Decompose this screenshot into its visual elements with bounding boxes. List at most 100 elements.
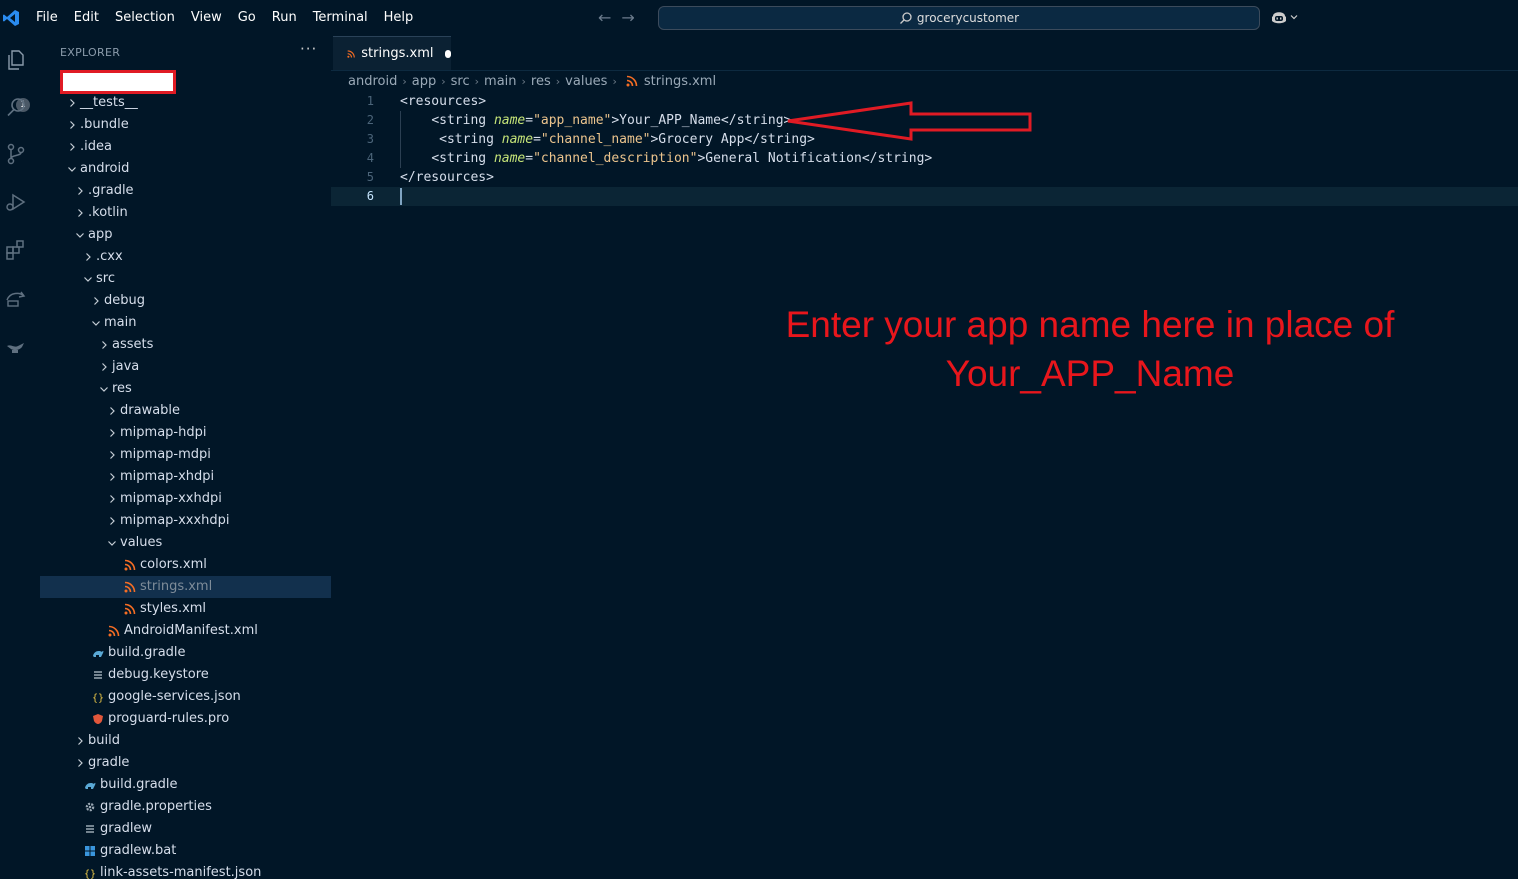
tree-file[interactable]: strings.xml xyxy=(40,576,331,598)
tree-item-label: mipmap-mdpi xyxy=(120,447,211,462)
tree-file[interactable]: {} link-assets-manifest.json xyxy=(40,862,331,879)
tree-folder[interactable]: __tests__ xyxy=(40,92,331,114)
tree-folder[interactable]: mipmap-xxxhdpi xyxy=(40,510,331,532)
more-actions-icon[interactable]: ··· xyxy=(300,40,317,58)
tree-folder[interactable]: src xyxy=(40,268,331,290)
chevron-right-icon[interactable] xyxy=(106,493,118,505)
chevron-right-icon[interactable] xyxy=(106,427,118,439)
chevron-right-icon[interactable] xyxy=(66,141,78,153)
copilot-menu[interactable] xyxy=(1270,9,1299,25)
chevron-right-icon[interactable] xyxy=(66,97,78,109)
extensions-icon[interactable] xyxy=(4,238,28,262)
tree-file[interactable]: build.gradle xyxy=(40,774,331,796)
chevron-down-icon[interactable] xyxy=(106,537,118,549)
chevron-down-icon[interactable] xyxy=(66,163,78,175)
tree-file[interactable]: debug.keystore xyxy=(40,664,331,686)
code-line[interactable]: 6 xyxy=(331,187,1518,206)
chevron-right-icon[interactable] xyxy=(74,185,86,197)
genie-lamp-icon[interactable] xyxy=(4,334,28,358)
tab-strings-xml[interactable]: strings.xml xyxy=(333,36,451,70)
back-arrow-icon[interactable]: ← xyxy=(598,8,611,27)
chevron-right-icon[interactable] xyxy=(90,295,102,307)
breadcrumb-item[interactable]: res xyxy=(531,74,551,89)
forward-arrow-icon[interactable]: → xyxy=(621,8,634,27)
tree-folder[interactable]: mipmap-xxhdpi xyxy=(40,488,331,510)
menu-go[interactable]: Go xyxy=(230,0,264,36)
breadcrumb-item[interactable]: main xyxy=(484,74,516,89)
tree-folder[interactable]: app xyxy=(40,224,331,246)
tree-file[interactable]: gradlew xyxy=(40,818,331,840)
tree-file[interactable]: AndroidManifest.xml xyxy=(40,620,331,642)
tree-file[interactable]: {} google-services.json xyxy=(40,686,331,708)
tree-folder[interactable]: gradle xyxy=(40,752,331,774)
chevron-right-icon[interactable] xyxy=(106,515,118,527)
chevron-down-icon[interactable] xyxy=(82,273,94,285)
chevron-right-icon[interactable] xyxy=(82,251,94,263)
chevron-down-icon[interactable] xyxy=(90,317,102,329)
gear-icon xyxy=(85,802,95,812)
code-line[interactable]: 4 <string name="channel_description">Gene… xyxy=(331,149,1518,168)
tree-folder[interactable]: mipmap-mdpi xyxy=(40,444,331,466)
search-icon[interactable] xyxy=(4,96,28,120)
unsaved-dot-icon[interactable] xyxy=(445,49,451,58)
tree-folder[interactable]: res xyxy=(40,378,331,400)
tree-file[interactable]: gradle.properties xyxy=(40,796,331,818)
chevron-right-icon[interactable] xyxy=(74,757,86,769)
tree-folder[interactable]: .idea xyxy=(40,136,331,158)
tree-folder[interactable]: .kotlin xyxy=(40,202,331,224)
chevron-right-icon[interactable] xyxy=(66,119,78,131)
breadcrumb-item[interactable]: values xyxy=(565,74,607,89)
tree-folder[interactable]: assets xyxy=(40,334,331,356)
tree-folder[interactable]: .cxx xyxy=(40,246,331,268)
tree-file[interactable]: gradlew.bat xyxy=(40,840,331,862)
tree-folder[interactable]: mipmap-hdpi xyxy=(40,422,331,444)
breadcrumb-item[interactable]: app xyxy=(412,74,436,89)
tree-folder[interactable]: main xyxy=(40,312,331,334)
menu-view[interactable]: View xyxy=(183,0,230,36)
chevron-down-icon[interactable] xyxy=(98,383,110,395)
code-line[interactable]: 5 </resources> xyxy=(331,168,1518,187)
tree-folder[interactable]: .gradle xyxy=(40,180,331,202)
command-center-search[interactable]: grocerycustomer xyxy=(658,6,1260,30)
menu-selection[interactable]: Selection xyxy=(107,0,183,36)
remote-explorer-icon[interactable] xyxy=(4,286,28,310)
token-tag: = xyxy=(533,132,541,147)
menu-terminal[interactable]: Terminal xyxy=(305,0,376,36)
breadcrumb-separator-icon: › xyxy=(521,74,526,88)
tree-file[interactable]: colors.xml xyxy=(40,554,331,576)
code-editor[interactable]: 1 <resources> 2 <string name="app_name">You… xyxy=(331,92,1518,879)
code-text: </resources> xyxy=(400,168,494,187)
menu-file[interactable]: File xyxy=(28,0,66,36)
files-icon[interactable] xyxy=(4,48,28,72)
chevron-right-icon[interactable] xyxy=(106,405,118,417)
tree-folder[interactable]: .bundle xyxy=(40,114,331,136)
chevron-down-icon[interactable] xyxy=(74,229,86,241)
chevron-right-icon[interactable] xyxy=(74,735,86,747)
source-control-icon[interactable] xyxy=(4,142,28,166)
breadcrumb-item[interactable]: strings.xml xyxy=(644,74,716,89)
tree-folder[interactable]: values xyxy=(40,532,331,554)
menu-run[interactable]: Run xyxy=(264,0,305,36)
tree-folder[interactable]: android xyxy=(40,158,331,180)
breadcrumb-item[interactable]: android xyxy=(348,74,397,89)
chevron-right-icon[interactable] xyxy=(106,449,118,461)
chevron-right-icon[interactable] xyxy=(98,339,110,351)
token-tag: <string xyxy=(431,113,494,128)
tree-folder[interactable]: java xyxy=(40,356,331,378)
breadcrumb-item[interactable]: src xyxy=(451,74,470,89)
menu-help[interactable]: Help xyxy=(376,0,422,36)
tree-folder[interactable]: drawable xyxy=(40,400,331,422)
chevron-right-icon[interactable] xyxy=(98,361,110,373)
chevron-right-icon[interactable] xyxy=(106,471,118,483)
chevron-right-icon[interactable] xyxy=(74,207,86,219)
tree-file[interactable]: build.gradle xyxy=(40,642,331,664)
tree-file[interactable]: proguard-rules.pro xyxy=(40,708,331,730)
menu-edit[interactable]: Edit xyxy=(66,0,107,36)
tree-folder[interactable]: build xyxy=(40,730,331,752)
tree-folder[interactable]: debug xyxy=(40,290,331,312)
token-aval: "app_name" xyxy=(533,113,612,128)
tree-file[interactable]: styles.xml xyxy=(40,598,331,620)
tree-folder[interactable]: mipmap-xhdpi xyxy=(40,466,331,488)
tree-folder[interactable] xyxy=(40,70,331,94)
run-debug-icon[interactable] xyxy=(4,190,28,214)
